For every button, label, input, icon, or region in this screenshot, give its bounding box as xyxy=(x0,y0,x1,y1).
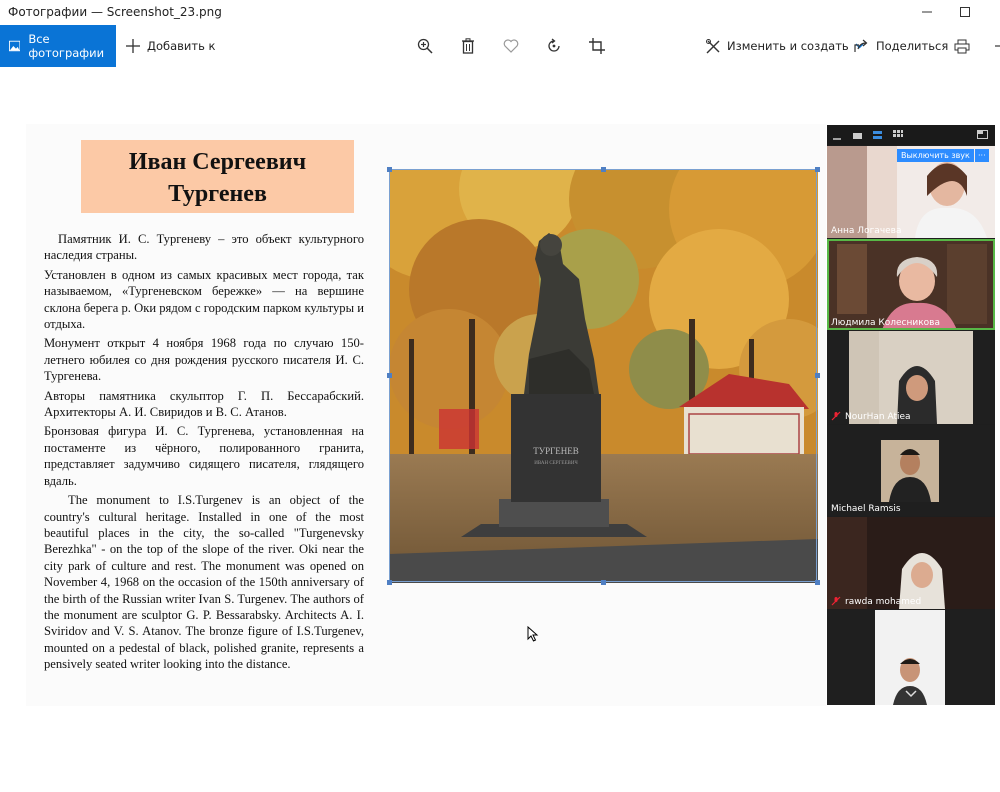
rotate-icon xyxy=(548,38,560,52)
all-photos-button[interactable]: Все фотографии xyxy=(0,25,116,67)
edit-icon xyxy=(706,38,720,53)
resize-handle[interactable] xyxy=(601,580,606,585)
gallery-view-icon[interactable] xyxy=(893,130,903,140)
print-button[interactable] xyxy=(952,36,972,56)
paragraph-ru: Установлен в одном из самых красивых мес… xyxy=(44,267,364,332)
participant-tile[interactable]: NourHan Atiea xyxy=(827,331,995,424)
minimize-panel-icon[interactable] xyxy=(833,131,843,141)
delete-button[interactable] xyxy=(458,36,478,56)
participant-name: Анна Логачева xyxy=(831,226,902,236)
participant-tile[interactable] xyxy=(827,610,995,705)
resize-handle[interactable] xyxy=(815,167,820,172)
favorite-button[interactable] xyxy=(501,36,521,56)
monument-photo[interactable]: ТУРГЕНЕВ ИВАН СЕРГЕЕВИЧ xyxy=(389,169,818,583)
strip-view-icon[interactable] xyxy=(873,130,883,140)
rotate-button[interactable] xyxy=(544,36,564,56)
zoom-view-bar xyxy=(827,125,995,145)
pedestal-inscription-sub: ИВАН СЕРГЕЕВИЧ xyxy=(534,461,578,466)
plus-icon xyxy=(126,39,140,53)
speaker-view-icon[interactable] xyxy=(853,130,863,140)
paragraph-ru: Бронзовая фигура И. С. Тургенева, устано… xyxy=(44,424,364,488)
crop-icon xyxy=(589,38,605,54)
pedestal-inscription: ТУРГЕНЕВ xyxy=(533,446,579,456)
participant-name: NourHan Atiea xyxy=(845,412,911,422)
participant-name: Michael Ramsis xyxy=(831,504,901,514)
paragraph-ru: Монумент открыт 4 ноября 1968 года по сл… xyxy=(44,336,364,384)
window-title: Фотографии — Screenshot_23.png xyxy=(8,5,222,19)
mic-muted-icon xyxy=(831,411,841,421)
photos-icon xyxy=(9,40,21,52)
participant-tile[interactable]: Людмила Колесникова xyxy=(827,239,995,330)
resize-handle[interactable] xyxy=(387,167,392,172)
resize-handle[interactable] xyxy=(815,373,820,378)
scroll-down-icon[interactable] xyxy=(905,690,917,698)
participant-video xyxy=(849,331,973,424)
zoom-button[interactable] xyxy=(415,36,435,56)
share-button[interactable]: Поделиться xyxy=(854,25,948,67)
participant-name: rawda mohamed xyxy=(845,597,922,607)
maximize-button[interactable] xyxy=(945,2,985,22)
paragraph-ru: Памятник И. С. Тургеневу – это объект ку… xyxy=(44,232,364,263)
photos-toolbar: Все фотографии Добавить к Изменить и соз… xyxy=(0,25,1000,67)
participant-video xyxy=(827,239,995,330)
participant-tile[interactable]: Michael Ramsis xyxy=(827,425,995,516)
slide-title: Иван Сергеевич Тургенев xyxy=(81,140,354,213)
zoom-gallery-panel: Выключить звук ··· Анна Логачева Людмила… xyxy=(827,125,995,705)
crop-button[interactable] xyxy=(587,36,607,56)
slide-title-line1: Иван Сергеевич xyxy=(128,149,307,175)
participant-video xyxy=(827,517,995,609)
more-button[interactable] xyxy=(988,36,1000,56)
resize-handle[interactable] xyxy=(387,580,392,585)
resize-handle[interactable] xyxy=(601,167,606,172)
resize-handle[interactable] xyxy=(815,580,820,585)
trash-icon xyxy=(462,38,474,54)
zoom-in-icon xyxy=(417,38,433,54)
participant-more-button[interactable]: ··· xyxy=(975,149,989,162)
participant-video xyxy=(881,440,939,502)
printer-icon xyxy=(954,39,970,53)
window-titlebar: Фотографии — Screenshot_23.png xyxy=(0,0,1000,25)
heart-icon xyxy=(503,39,519,53)
minimize-icon xyxy=(922,11,932,13)
paragraph-en: The monument to I.S.Turgenev is an objec… xyxy=(44,493,364,672)
edit-create-label: Изменить и создать xyxy=(727,39,849,53)
edit-create-button[interactable]: Изменить и создать xyxy=(706,25,864,67)
minimize-button[interactable] xyxy=(907,2,947,22)
paragraph-ru: Авторы памятника скульптор Г. П. Бессара… xyxy=(44,388,364,420)
all-photos-label: Все фотографии xyxy=(28,32,105,60)
mouse-cursor-icon xyxy=(527,626,539,642)
mic-muted-icon xyxy=(831,596,841,606)
mute-participant-button[interactable]: Выключить звук xyxy=(897,149,974,162)
more-icon xyxy=(995,45,1000,47)
participant-tile[interactable]: Выключить звук ··· Анна Логачева xyxy=(827,146,995,238)
add-to-label: Добавить к xyxy=(147,39,216,53)
slide-text: Памятник И. С. Тургеневу – это объект ку… xyxy=(44,231,364,676)
slide-title-line2: Тургенев xyxy=(168,181,267,207)
exit-panel-icon[interactable] xyxy=(977,130,989,140)
share-icon xyxy=(854,39,868,52)
add-to-button[interactable]: Добавить к xyxy=(126,25,216,67)
participant-tile[interactable]: rawda mohamed xyxy=(827,517,995,609)
monument-image: ТУРГЕНЕВ ИВАН СЕРГЕЕВИЧ xyxy=(389,169,818,583)
participant-name: Людмила Колесникова xyxy=(831,318,940,328)
share-label: Поделиться xyxy=(876,39,949,53)
maximize-icon xyxy=(960,7,970,17)
resize-handle[interactable] xyxy=(387,373,392,378)
